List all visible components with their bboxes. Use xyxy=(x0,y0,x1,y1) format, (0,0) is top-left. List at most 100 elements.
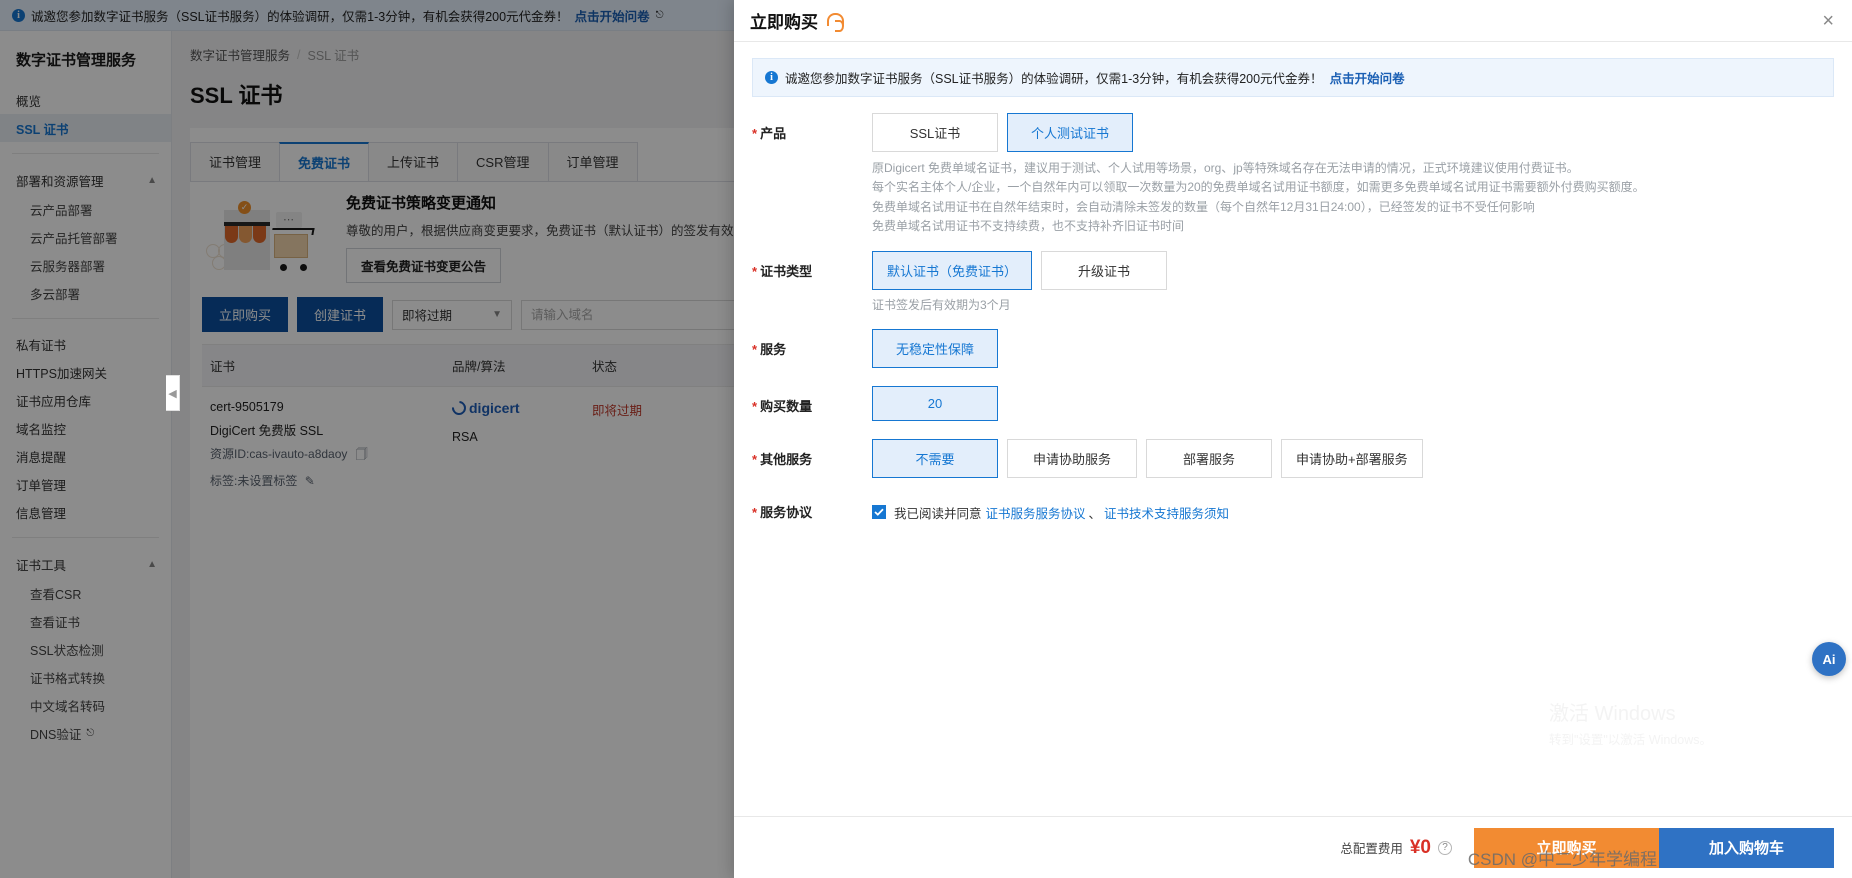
other-service-option-assist-plus-deployment[interactable]: 申请协助+部署服务 xyxy=(1281,438,1423,478)
survey-banner-link[interactable]: 点击开始问卷 xyxy=(575,6,650,25)
agreement-checkbox[interactable] xyxy=(872,505,886,520)
service-option-no-stability-guarantee[interactable]: 无稳定性保障 xyxy=(872,328,998,368)
sidebar-item-label: 多云部署 xyxy=(30,287,81,302)
field-service: * 服务 无稳定性保障 xyxy=(752,328,1834,382)
total-fee-amount: ¥0 xyxy=(1409,836,1431,858)
sidebar-item-https-gateway[interactable]: HTTPS加速网关 xyxy=(0,358,171,386)
sidebar-item-ssl-status-check[interactable]: SSL状态检测 xyxy=(0,635,171,663)
sidebar-item-label: 概览 xyxy=(16,94,42,109)
sidebar-item-domain-monitor[interactable]: 域名监控 xyxy=(0,414,171,442)
tab-csr-management[interactable]: CSR管理 xyxy=(457,142,549,181)
drawer-footer: 总配置费用 ¥0 ? 立即购买 加入购物车 xyxy=(734,816,1852,878)
tab-free-cert[interactable]: 免费证书 xyxy=(279,142,370,181)
help-circle-icon[interactable]: ? xyxy=(1438,840,1452,855)
sidebar-group-deployment[interactable]: 部署和资源管理 ▲ xyxy=(0,165,171,195)
tab-label: 订单管理 xyxy=(566,155,619,170)
info-icon: i xyxy=(765,71,778,84)
close-icon[interactable]: × xyxy=(1820,7,1836,35)
sidebar-group-label: 证书工具 xyxy=(16,558,67,573)
sidebar-collapse-handle[interactable]: ◀ xyxy=(166,375,180,411)
tab-order-management[interactable]: 订单管理 xyxy=(547,142,638,181)
buy-now-drawer: 立即购买 × i 诚邀您参加数字证书服务（SSL证书服务）的体验调研，仅需1-3… xyxy=(734,0,1852,878)
status-cell: 即将过期 xyxy=(592,400,712,495)
create-cert-button[interactable]: 创建证书 xyxy=(297,297,384,332)
sidebar-item-private-cert[interactable]: 私有证书 xyxy=(0,330,171,358)
sidebar-item-label: DNS验证 xyxy=(30,727,82,742)
sidebar-item-chinese-domain-encode[interactable]: 中文域名转码 xyxy=(0,691,171,719)
required-marker: * xyxy=(752,504,758,520)
other-service-option-not-needed[interactable]: 不需要 xyxy=(872,438,998,478)
required-marker: * xyxy=(752,398,758,414)
sidebar-item-message-alerts[interactable]: 消息提醒 xyxy=(0,442,171,470)
cert-tag: 标签:未设置标签 ✎ xyxy=(210,474,315,488)
agreement-link-service[interactable]: 证书服务服务协议 xyxy=(986,503,1086,522)
quantity-value[interactable]: 20 xyxy=(872,385,998,421)
cert-type-option-upgrade[interactable]: 升级证书 xyxy=(1041,250,1168,290)
tab-label: CSR管理 xyxy=(476,155,530,170)
sidebar-item-label: HTTPS加速网关 xyxy=(16,366,107,381)
copy-icon[interactable]: 🗍 xyxy=(356,447,368,461)
cert-type-option-group: 默认证书（免费证书） 升级证书 xyxy=(872,250,1834,290)
sidebar-item-ssl-cert[interactable]: SSL 证书 xyxy=(0,114,171,142)
product-hints: 原Digicert 免费单域名证书，建议用于测试、个人试用等场景，org、jp等… xyxy=(872,159,1834,237)
sidebar-item-cloud-product-deploy[interactable]: 云产品部署 xyxy=(0,195,171,223)
tab-bar: 证书管理 免费证书 上传证书 CSR管理 订单管理 xyxy=(190,142,750,182)
sidebar-item-label: SSL状态检测 xyxy=(30,643,104,658)
sidebar-item-cloud-server-deploy[interactable]: 云服务器部署 xyxy=(0,251,171,279)
sidebar-item-view-csr[interactable]: 查看CSR xyxy=(0,579,171,607)
sidebar-item-label: 查看证书 xyxy=(30,615,81,630)
field-label-service: * 服务 xyxy=(752,341,787,357)
agreement-link-tech-support[interactable]: 证书技术支持服务须知 xyxy=(1104,503,1229,522)
sidebar-item-label: 订单管理 xyxy=(16,478,67,493)
product-option-personal-test-cert[interactable]: 个人测试证书 xyxy=(1007,113,1133,152)
sidebar-item-multicloud-deploy[interactable]: 多云部署 xyxy=(0,279,171,307)
sidebar-item-order-management[interactable]: 订单管理 xyxy=(0,470,171,498)
sidebar-item-cloud-product-managed-deploy[interactable]: 云产品托管部署 xyxy=(0,223,171,251)
external-link-icon: ⎋ xyxy=(655,9,664,21)
external-link-icon: ⎋ xyxy=(86,727,95,739)
brand-algorithm-cell: digicert RSA xyxy=(449,398,592,495)
field-label-quantity: * 购买数量 xyxy=(752,398,813,414)
chevron-up-icon: ▲ xyxy=(147,174,157,186)
tab-upload-cert[interactable]: 上传证书 xyxy=(368,142,459,181)
domain-search-input[interactable] xyxy=(521,299,762,330)
drawer-notice-link[interactable]: 点击开始问卷 xyxy=(1330,68,1405,87)
sidebar-group-cert-tools[interactable]: 证书工具 ▲ xyxy=(0,549,171,579)
sidebar-item-label: 消息提醒 xyxy=(16,450,67,465)
column-header-cert: 证书 xyxy=(210,360,236,374)
drawer-buy-now-button[interactable]: 立即购买 xyxy=(1474,827,1659,868)
sidebar-group-label: 部署和资源管理 xyxy=(16,174,104,189)
drawer-body: i 诚邀您参加数字证书服务（SSL证书服务）的体验调研，仅需1-3分钟，有机会获… xyxy=(734,42,1852,816)
sidebar-item-info-management[interactable]: 信息管理 xyxy=(0,498,171,526)
headset-support-icon[interactable] xyxy=(826,12,844,32)
sidebar-item-label: 云产品托管部署 xyxy=(30,231,118,246)
view-free-cert-notice-button[interactable]: 查看免费证书变更公告 xyxy=(346,248,502,283)
sidebar-title: 数字证书管理服务 xyxy=(16,52,137,69)
column-header-status: 状态 xyxy=(592,360,618,374)
buy-now-button[interactable]: 立即购买 xyxy=(202,297,289,332)
cert-type-option-default-free[interactable]: 默认证书（免费证书） xyxy=(872,250,1033,290)
status-badge: 即将过期 xyxy=(592,404,643,418)
sidebar-item-label: 私有证书 xyxy=(16,338,67,353)
status-filter-select[interactable]: 即将过期 ▼ xyxy=(392,299,513,330)
field-product: * 产品 SSL证书 个人测试证书 原Digicert 免费单域名证书，建议用于测… xyxy=(752,113,1834,247)
breadcrumb-root[interactable]: 数字证书管理服务 xyxy=(190,45,290,64)
add-to-cart-button[interactable]: 加入购物车 xyxy=(1659,827,1834,868)
sidebar-item-label: 证书应用仓库 xyxy=(16,394,92,409)
edit-pencil-icon[interactable]: ✎ xyxy=(305,474,315,488)
other-service-option-application-assist[interactable]: 申请协助服务 xyxy=(1007,438,1137,478)
product-option-ssl-cert[interactable]: SSL证书 xyxy=(872,113,998,152)
status-filter-value: 即将过期 xyxy=(402,309,453,323)
sidebar-item-cert-format-convert[interactable]: 证书格式转换 xyxy=(0,663,171,691)
quantity-option-group: 20 xyxy=(872,385,1834,421)
sidebar-item-dns-verify[interactable]: DNS验证 ⎋ xyxy=(0,719,171,747)
sidebar-item-overview[interactable]: 概览 xyxy=(0,86,171,114)
sidebar-item-label: 查看CSR xyxy=(30,587,82,602)
sidebar-item-view-cert[interactable]: 查看证书 xyxy=(0,607,171,635)
sidebar-item-label: 云产品部署 xyxy=(30,203,93,218)
field-quantity: * 购买数量 20 xyxy=(752,385,1834,435)
sidebar-item-cert-repository[interactable]: 证书应用仓库 xyxy=(0,386,171,414)
other-service-option-deployment[interactable]: 部署服务 xyxy=(1146,438,1272,478)
tab-cert-management[interactable]: 证书管理 xyxy=(190,142,281,181)
ai-assistant-icon[interactable]: Ai xyxy=(1812,642,1846,676)
